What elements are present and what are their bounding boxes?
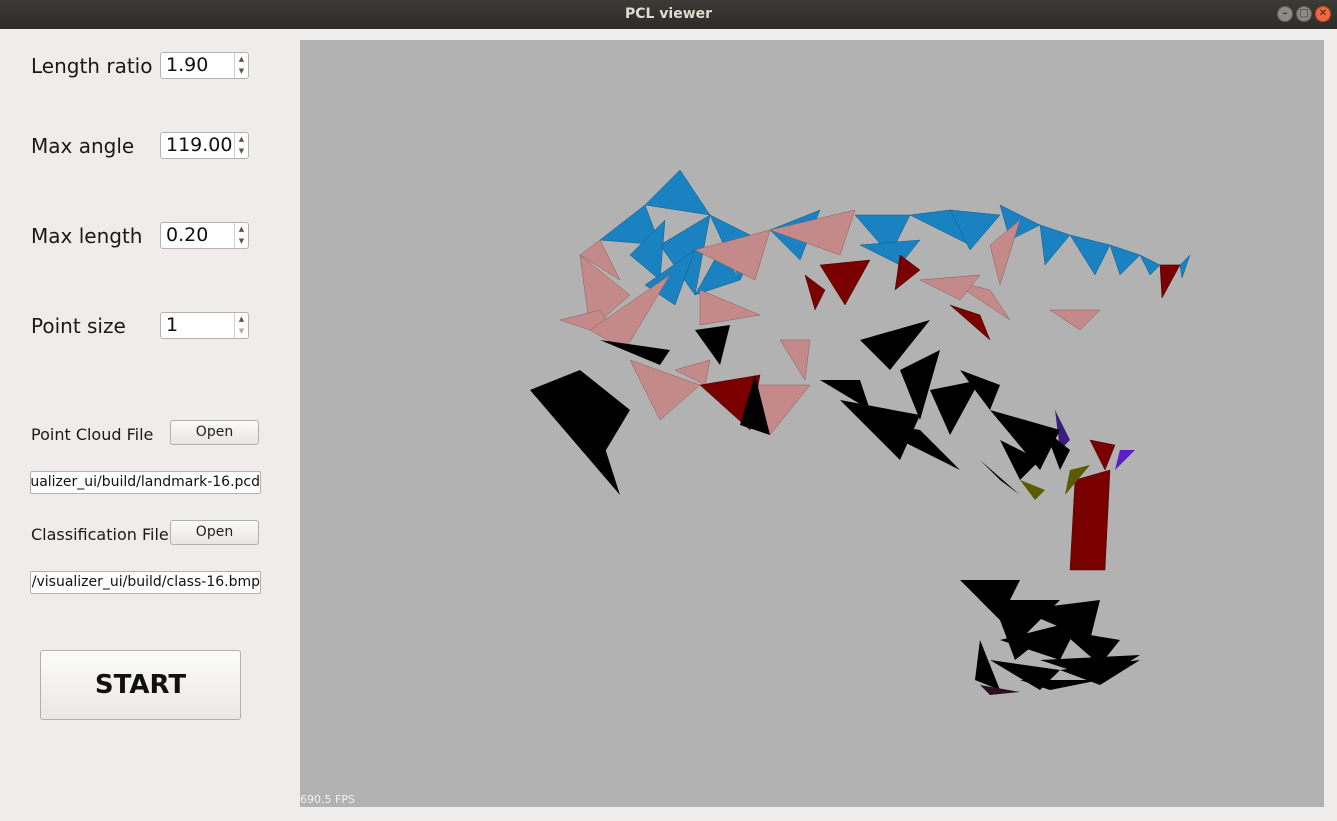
max-angle-value[interactable]: 119.00 <box>166 133 232 158</box>
maximize-icon[interactable]: □ <box>1296 6 1312 22</box>
spin-down-icon[interactable]: ▼ <box>235 235 248 247</box>
point-size-label: Point size <box>31 314 126 338</box>
window-controls: – □ ✕ <box>1277 6 1331 22</box>
window-title: PCL viewer <box>624 6 713 22</box>
pcl-3d-viewport[interactable]: 690.5 FPS <box>300 40 1324 807</box>
max-length-spinbox[interactable]: 0.20 ▲ ▼ <box>160 222 249 249</box>
classification-file-label: Classification File <box>31 525 169 544</box>
point-cloud-path: sualizer_ui/build/landmark-16.pcd <box>30 474 260 490</box>
point-size-value[interactable]: 1 <box>166 313 178 338</box>
open-point-cloud-button[interactable]: Open <box>170 420 259 445</box>
spin-down-icon[interactable]: ▼ <box>235 325 248 337</box>
mesh-blue-region <box>599 169 1191 306</box>
length-ratio-value[interactable]: 1.90 <box>166 53 208 78</box>
spin-up-icon[interactable]: ▲ <box>235 53 248 65</box>
length-ratio-label: Length ratio <box>31 54 153 78</box>
point-cloud-file-label: Point Cloud File <box>31 425 154 444</box>
spin-up-icon[interactable]: ▲ <box>235 313 248 325</box>
length-ratio-stepper[interactable]: ▲ ▼ <box>234 53 248 78</box>
spin-up-icon[interactable]: ▲ <box>235 223 248 235</box>
spin-down-icon[interactable]: ▼ <box>235 65 248 77</box>
title-bar: PCL viewer – □ ✕ <box>0 0 1337 29</box>
length-ratio-spinbox[interactable]: 1.90 ▲ ▼ <box>160 52 249 79</box>
mesh-render <box>530 169 1191 695</box>
max-angle-spinbox[interactable]: 119.00 ▲ ▼ <box>160 132 249 159</box>
spin-down-icon[interactable]: ▼ <box>235 145 248 157</box>
minimize-icon[interactable]: – <box>1277 6 1293 22</box>
max-angle-label: Max angle <box>31 134 135 158</box>
mesh-black-region <box>530 320 1140 690</box>
start-button[interactable]: START <box>40 650 241 720</box>
close-icon[interactable]: ✕ <box>1315 6 1331 22</box>
classification-path-field[interactable]: e/visualizer_ui/build/class-16.bmp <box>30 571 261 594</box>
control-panel: Length ratio 1.90 ▲ ▼ Max angle 119.00 ▲… <box>0 29 300 821</box>
max-length-value[interactable]: 0.20 <box>166 223 208 248</box>
max-length-stepper[interactable]: ▲ ▼ <box>234 223 248 248</box>
mesh-dark-base <box>980 685 1020 695</box>
open-classification-button[interactable]: Open <box>170 520 259 545</box>
point-size-stepper[interactable]: ▲ ▼ <box>234 313 248 338</box>
point-size-spinbox[interactable]: 1 ▲ ▼ <box>160 312 249 339</box>
max-length-label: Max length <box>31 224 143 248</box>
point-cloud-path-field[interactable]: sualizer_ui/build/landmark-16.pcd <box>30 471 261 494</box>
classification-path: e/visualizer_ui/build/class-16.bmp <box>30 574 260 590</box>
fps-counter: 690.5 FPS <box>300 793 355 806</box>
max-angle-stepper[interactable]: ▲ ▼ <box>234 133 248 158</box>
spin-up-icon[interactable]: ▲ <box>235 133 248 145</box>
